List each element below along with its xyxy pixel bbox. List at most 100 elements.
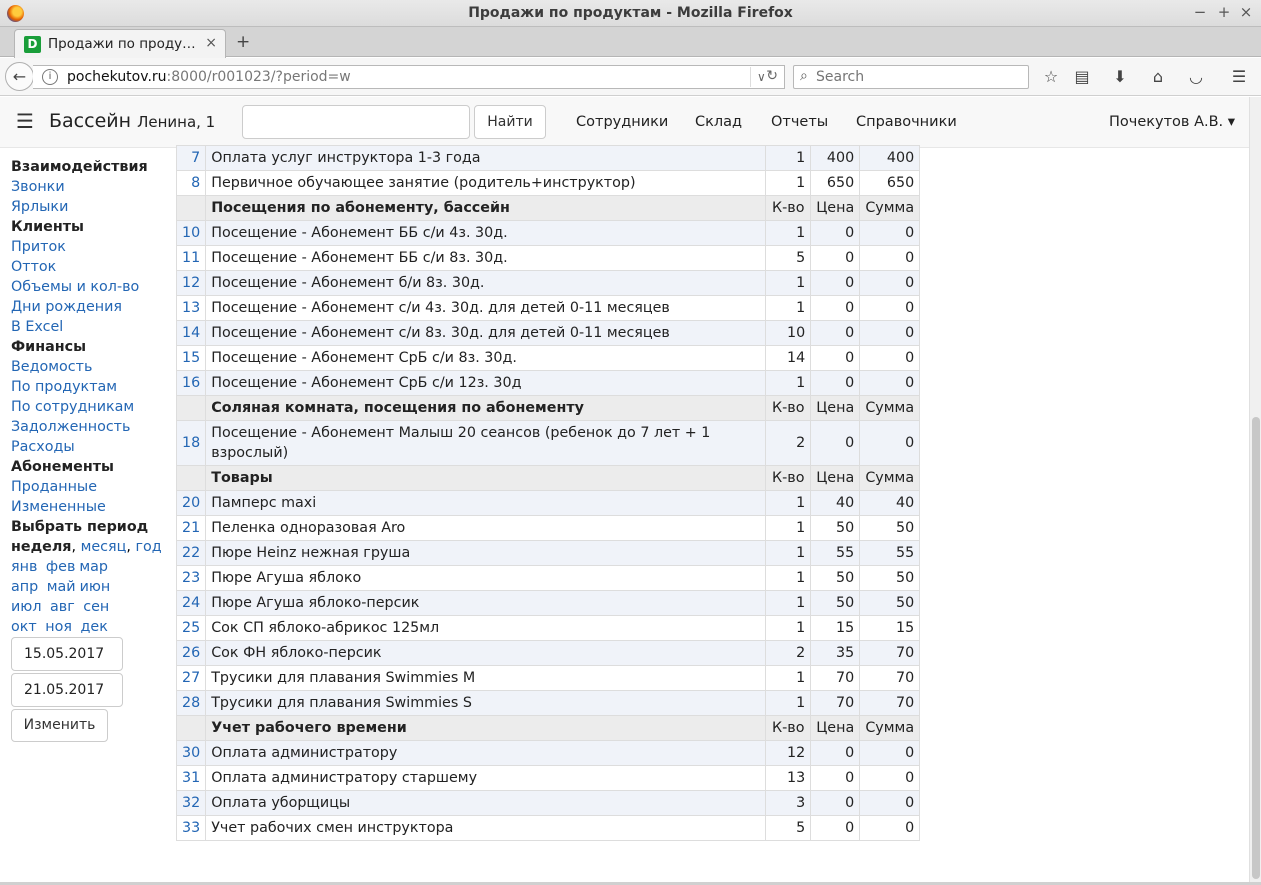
menu-employees[interactable]: Сотрудники xyxy=(576,114,668,130)
product-name: Посещение - Абонемент ББ с/и 8з. 30д. xyxy=(205,245,767,271)
bookmark-star-icon[interactable]: ☆ xyxy=(1041,67,1061,87)
month-link[interactable]: окт xyxy=(11,619,37,635)
sidebar-link-changed[interactable]: Измененные xyxy=(11,499,106,515)
url-dropdown-icon[interactable]: ∨ xyxy=(750,67,766,87)
browser-tab[interactable]: D Продажи по проду… × xyxy=(14,29,226,58)
row-number-link[interactable]: 21 xyxy=(175,515,207,541)
menu-directories[interactable]: Справочники xyxy=(856,114,957,130)
sidebar-link-statement[interactable]: Ведомость xyxy=(11,359,92,375)
row-number-link[interactable]: 22 xyxy=(175,540,207,566)
quantity-cell: 1 xyxy=(765,170,812,196)
month-link[interactable]: янв xyxy=(11,559,37,575)
url-text[interactable]: pochekutov.ru:8000/r001023/?period=w xyxy=(67,69,351,85)
row-number-link[interactable]: 27 xyxy=(175,665,207,691)
product-name: Пюре Heinz нежная груша xyxy=(205,540,767,566)
month-link[interactable]: май xyxy=(47,579,76,595)
row-number-link[interactable]: 23 xyxy=(175,565,207,591)
user-menu[interactable]: Почекутов А.В. ▾ xyxy=(1109,114,1235,130)
browser-search-box[interactable]: ⌕ xyxy=(793,65,1029,89)
row-number-link[interactable]: 7 xyxy=(175,145,207,171)
address-bar[interactable]: i pochekutov.ru:8000/r001023/?period=w ∨… xyxy=(33,65,785,89)
reload-icon[interactable]: ↻ xyxy=(766,68,778,84)
close-window-icon[interactable]: × xyxy=(1237,3,1255,21)
quantity-cell: 2 xyxy=(765,420,812,466)
row-number-link[interactable]: 24 xyxy=(175,590,207,616)
row-number-link[interactable]: 31 xyxy=(175,765,207,791)
site-search-input[interactable] xyxy=(242,105,470,139)
download-arrow-icon[interactable]: ⬇ xyxy=(1110,67,1130,87)
row-number-link[interactable]: 14 xyxy=(175,320,207,346)
sidebar-link-labels[interactable]: Ярлыки xyxy=(11,199,68,215)
back-arrow-icon[interactable]: ← xyxy=(5,62,34,91)
period-year-link[interactable]: год xyxy=(135,539,161,555)
sidebar-link-calls[interactable]: Звонки xyxy=(11,179,65,195)
row-number-link[interactable]: 32 xyxy=(175,790,207,816)
reading-list-icon[interactable]: ▤ xyxy=(1072,67,1092,87)
quantity-cell: 1 xyxy=(765,490,812,516)
row-number-link[interactable]: 28 xyxy=(175,690,207,716)
month-link[interactable]: авг xyxy=(50,599,75,615)
row-number-link[interactable]: 13 xyxy=(175,295,207,321)
row-number-link[interactable]: 11 xyxy=(175,245,207,271)
group-title: Посещения по абонементу, бассейн xyxy=(205,195,767,221)
month-link[interactable]: сен xyxy=(83,599,109,615)
sum-cell: 0 xyxy=(859,370,921,396)
browser-search-input[interactable] xyxy=(816,68,1016,86)
sum-cell: 50 xyxy=(859,590,921,616)
sidebar-link-birthdays[interactable]: Дни рождения xyxy=(11,299,122,315)
new-tab-icon[interactable]: + xyxy=(236,32,250,52)
month-link[interactable]: фев xyxy=(46,559,75,575)
month-link[interactable]: мар xyxy=(79,559,108,575)
product-name: Оплата администратору xyxy=(205,740,767,766)
find-button[interactable]: Найти xyxy=(474,105,546,139)
brand[interactable]: Бассейн Ленина, 1 xyxy=(49,110,215,132)
change-period-button[interactable]: Изменить xyxy=(11,709,108,742)
close-tab-icon[interactable]: × xyxy=(205,35,217,51)
month-link[interactable]: июл xyxy=(11,599,41,615)
month-link[interactable]: ноя xyxy=(45,619,72,635)
row-number-link[interactable]: 15 xyxy=(175,345,207,371)
minimize-icon[interactable]: − xyxy=(1191,3,1209,21)
quantity-cell: 1 xyxy=(765,590,812,616)
product-name: Первичное обучающее занятие (родитель+ин… xyxy=(205,170,767,196)
row-number-link[interactable]: 26 xyxy=(175,640,207,666)
row-number-link[interactable]: 12 xyxy=(175,270,207,296)
hamburger-menu-icon[interactable]: ☰ xyxy=(1229,67,1249,87)
sidebar-toggle-icon[interactable]: ☰ xyxy=(16,109,34,133)
row-number-link[interactable]: 25 xyxy=(175,615,207,641)
maximize-icon[interactable]: + xyxy=(1215,3,1233,21)
menu-reports[interactable]: Отчеты xyxy=(771,114,828,130)
menu-warehouse[interactable]: Склад xyxy=(695,114,742,130)
column-header-sum: Сумма xyxy=(859,465,921,491)
period-month-link[interactable]: месяц xyxy=(81,539,127,555)
row-number-link[interactable]: 20 xyxy=(175,490,207,516)
sidebar-link-outflow[interactable]: Отток xyxy=(11,259,56,275)
date-from-field[interactable]: 15.05.2017 xyxy=(11,637,123,671)
home-icon[interactable]: ⌂ xyxy=(1148,67,1168,87)
month-link[interactable]: апр xyxy=(11,579,38,595)
sidebar-link-by-products[interactable]: По продуктам xyxy=(11,379,117,395)
sidebar-link-inflow[interactable]: Приток xyxy=(11,239,66,255)
row-number-link[interactable]: 30 xyxy=(175,740,207,766)
page-scrollbar[interactable] xyxy=(1249,97,1261,885)
row-number-link[interactable]: 8 xyxy=(175,170,207,196)
month-link[interactable]: дек xyxy=(81,619,108,635)
row-number-link[interactable]: 18 xyxy=(175,420,207,466)
row-number-link[interactable]: 33 xyxy=(175,815,207,841)
scrollbar-thumb[interactable] xyxy=(1252,417,1260,879)
row-number-link[interactable]: 10 xyxy=(175,220,207,246)
row-number-link[interactable]: 16 xyxy=(175,370,207,396)
sidebar-link-excel[interactable]: В Excel xyxy=(11,319,63,335)
pocket-icon[interactable]: ◡ xyxy=(1186,67,1206,87)
sidebar-link-expenses[interactable]: Расходы xyxy=(11,439,75,455)
price-cell: 55 xyxy=(810,540,861,566)
sidebar-link-volumes[interactable]: Объемы и кол-во xyxy=(11,279,139,295)
sidebar-link-debt[interactable]: Задолженность xyxy=(11,419,130,435)
info-icon[interactable]: i xyxy=(42,69,58,85)
sidebar-link-sold[interactable]: Проданные xyxy=(11,479,97,495)
price-cell: 0 xyxy=(810,245,861,271)
month-link[interactable]: июн xyxy=(80,579,111,595)
sidebar-link-by-employees[interactable]: По сотрудникам xyxy=(11,399,134,415)
date-to-field[interactable]: 21.05.2017 xyxy=(11,673,123,707)
column-header-price: Цена xyxy=(810,395,861,421)
